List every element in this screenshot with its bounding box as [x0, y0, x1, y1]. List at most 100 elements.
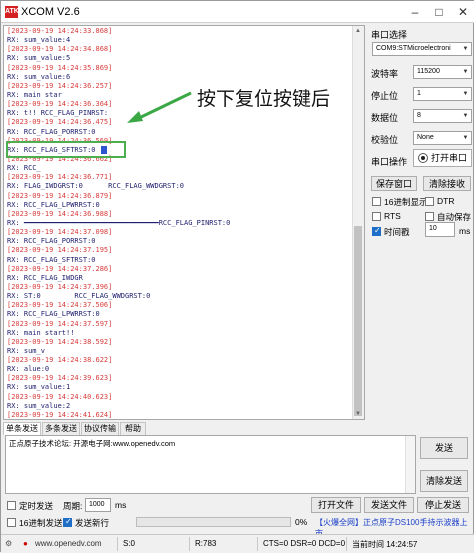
send-file-button[interactable]: 发送文件	[364, 497, 414, 513]
receive-line: RX: sum_value:5	[7, 54, 71, 63]
send-progress-bar	[136, 517, 291, 527]
minimize-button[interactable]: –	[403, 3, 427, 21]
app-logo: ATK	[5, 6, 19, 18]
open-port-button[interactable]: 打开串口	[413, 149, 472, 167]
hex-send-checkbox[interactable]	[7, 518, 16, 527]
parity-label: 校验位	[371, 135, 399, 145]
receive-line: RX: sum_value:4	[7, 36, 71, 45]
op-label: 串口操作	[371, 157, 408, 167]
hex-send-label: 16进制发送	[19, 518, 63, 528]
status-bar: ⚙ ● www.openedv.com S:0 R:783 CTS=0 DSR=…	[1, 534, 474, 553]
port-value: COM9:STMicroelectroni	[376, 45, 451, 52]
timestamp-checkbox[interactable]	[372, 226, 381, 236]
receive-line: [2023-09-19 14:24:39.623]	[7, 374, 113, 383]
send-newline-label: 发送新行	[75, 518, 110, 528]
tab-single-send[interactable]: 单条发送	[3, 422, 41, 435]
website-link[interactable]: www.openedv.com	[35, 539, 102, 548]
receive-line: RX: RCC_FLAG_PORRST:0	[7, 127, 96, 136]
receive-line: [2023-09-19 14:24:36.771]	[7, 173, 113, 182]
timestamp-ms-input[interactable]: 10	[425, 222, 455, 237]
settings-icon[interactable]: ⚙	[5, 539, 12, 548]
stop-label: 停止位	[371, 91, 399, 101]
highlight-box	[6, 141, 126, 158]
rts-label: RTS	[384, 211, 401, 221]
port-select[interactable]: COM9:STMicroelectroni ▼	[372, 42, 472, 56]
scroll-down-icon[interactable]: ▼	[352, 409, 364, 419]
clear-send-button[interactable]: 清除发送	[420, 470, 468, 492]
line-status: CTS=0 DSR=0 DCD=0	[263, 539, 346, 548]
chevron-down-icon: ▼	[462, 91, 469, 97]
receive-line: RX: sum_v	[7, 346, 45, 355]
progress-label: 0%	[295, 517, 308, 527]
data-select[interactable]: 8 ▼	[413, 109, 472, 123]
receive-line: [2023-09-19 14:24:34.868]	[7, 45, 113, 54]
hex-display-label: 16进制显示	[384, 197, 428, 207]
open-file-button[interactable]: 打开文件	[311, 497, 361, 513]
receive-line: RX: main start!!	[7, 328, 75, 337]
receive-line: [2023-09-19 14:24:37.597]	[7, 319, 113, 328]
timestamp-ms-unit: ms	[459, 226, 471, 236]
dtr-checkbox[interactable]	[425, 197, 434, 206]
close-button[interactable]: ✕	[451, 3, 474, 21]
receive-line: RX: RCC_FLAG_IWDGR	[7, 273, 83, 282]
send-button[interactable]: 发送	[420, 437, 468, 459]
hex-display-checkbox[interactable]	[372, 197, 381, 206]
chevron-down-icon: ▼	[462, 113, 469, 119]
save-window-button[interactable]: 保存窗口	[371, 176, 417, 191]
parity-select[interactable]: None ▼	[413, 131, 472, 145]
period-label: 周期:	[63, 501, 83, 511]
received-count: R:783	[195, 539, 217, 548]
receive-line: RX: RCC_FLAG_LPWRRST:0	[7, 310, 100, 319]
stop-value: 1	[417, 90, 421, 97]
baud-label: 波特率	[371, 69, 399, 79]
auto-save-checkbox[interactable]	[425, 212, 434, 221]
window-title: XCOM V2.6	[21, 6, 80, 18]
send-input[interactable]: 正点原子技术论坛: 开源电子网:www.openedv.com	[5, 435, 416, 494]
send-text: 正点原子技术论坛: 开源电子网:www.openedv.com	[9, 439, 176, 448]
receive-line: [2023-09-19 14:24:36.879]	[7, 191, 113, 200]
receive-line: RX: ━━━━━━━━━━━━━━━━━━━━━━━━━━━━━━━━RCC_…	[7, 218, 231, 227]
receive-line: [2023-09-19 14:24:38.592]	[7, 337, 113, 346]
receive-line: [2023-09-19 14:24:35.869]	[7, 63, 113, 72]
divider	[189, 537, 190, 551]
receive-line: [2023-09-19 14:24:38.622]	[7, 356, 113, 365]
dtr-label: DTR	[437, 196, 455, 206]
receive-line: [2023-09-19 14:24:37.195]	[7, 246, 113, 255]
receive-scrollbar[interactable]: ▲ ▼	[352, 26, 364, 419]
timed-send-checkbox[interactable]	[7, 501, 16, 510]
divider	[117, 537, 118, 551]
receive-line: RX: sum_value:1	[7, 383, 71, 392]
receive-line: RX: sum_value:6	[7, 72, 71, 81]
period-unit: ms	[115, 500, 127, 510]
period-input[interactable]: 1000	[85, 498, 111, 512]
annotation-text: 按下复位按键后	[197, 88, 331, 110]
clear-receive-button[interactable]: 清除接收	[423, 176, 471, 191]
title-bar: ATK XCOM V2.6 – □ ✕	[1, 1, 474, 23]
tab-protocol[interactable]: 协议传输	[81, 422, 119, 435]
current-time: 当前时间 14:24:57	[352, 540, 418, 549]
rts-checkbox[interactable]	[372, 212, 381, 221]
scroll-thumb[interactable]	[354, 226, 362, 416]
timestamp-label: 时间戳	[384, 227, 410, 237]
tab-multi-send[interactable]: 多条发送	[42, 422, 80, 435]
tab-help[interactable]: 帮助	[120, 422, 146, 435]
sent-count: S:0	[123, 539, 136, 548]
receive-line: RX: RCC_FLAG_LPWRRST:0	[7, 200, 100, 209]
stop-select[interactable]: 1 ▼	[413, 87, 472, 101]
receive-line: RX: sum_value:2	[7, 401, 71, 410]
parity-value: None	[417, 134, 434, 141]
send-newline-checkbox[interactable]	[63, 517, 72, 527]
maximize-button[interactable]: □	[427, 3, 451, 21]
stop-send-button[interactable]: 停止发送	[417, 497, 469, 513]
radio-icon	[418, 153, 428, 163]
receive-line: [2023-09-19 14:24:41.624]	[7, 410, 113, 419]
receive-line: RX: ST:0 RCC_FLAG_WWDGRST:0	[7, 292, 151, 301]
receive-line: RX: RCC_FLAG_PORRST:0	[7, 237, 96, 246]
baud-select[interactable]: 115200 ▼	[413, 65, 472, 79]
receive-line: [2023-09-19 14:24:36.988]	[7, 209, 113, 218]
receive-line: RX: alue:0	[7, 365, 50, 374]
receive-line: [2023-09-19 14:24:37.098]	[7, 228, 113, 237]
send-scrollbar[interactable]	[405, 436, 415, 493]
receive-line: [2023-09-19 14:24:37.396]	[7, 282, 113, 291]
scroll-up-icon[interactable]: ▲	[352, 26, 364, 36]
